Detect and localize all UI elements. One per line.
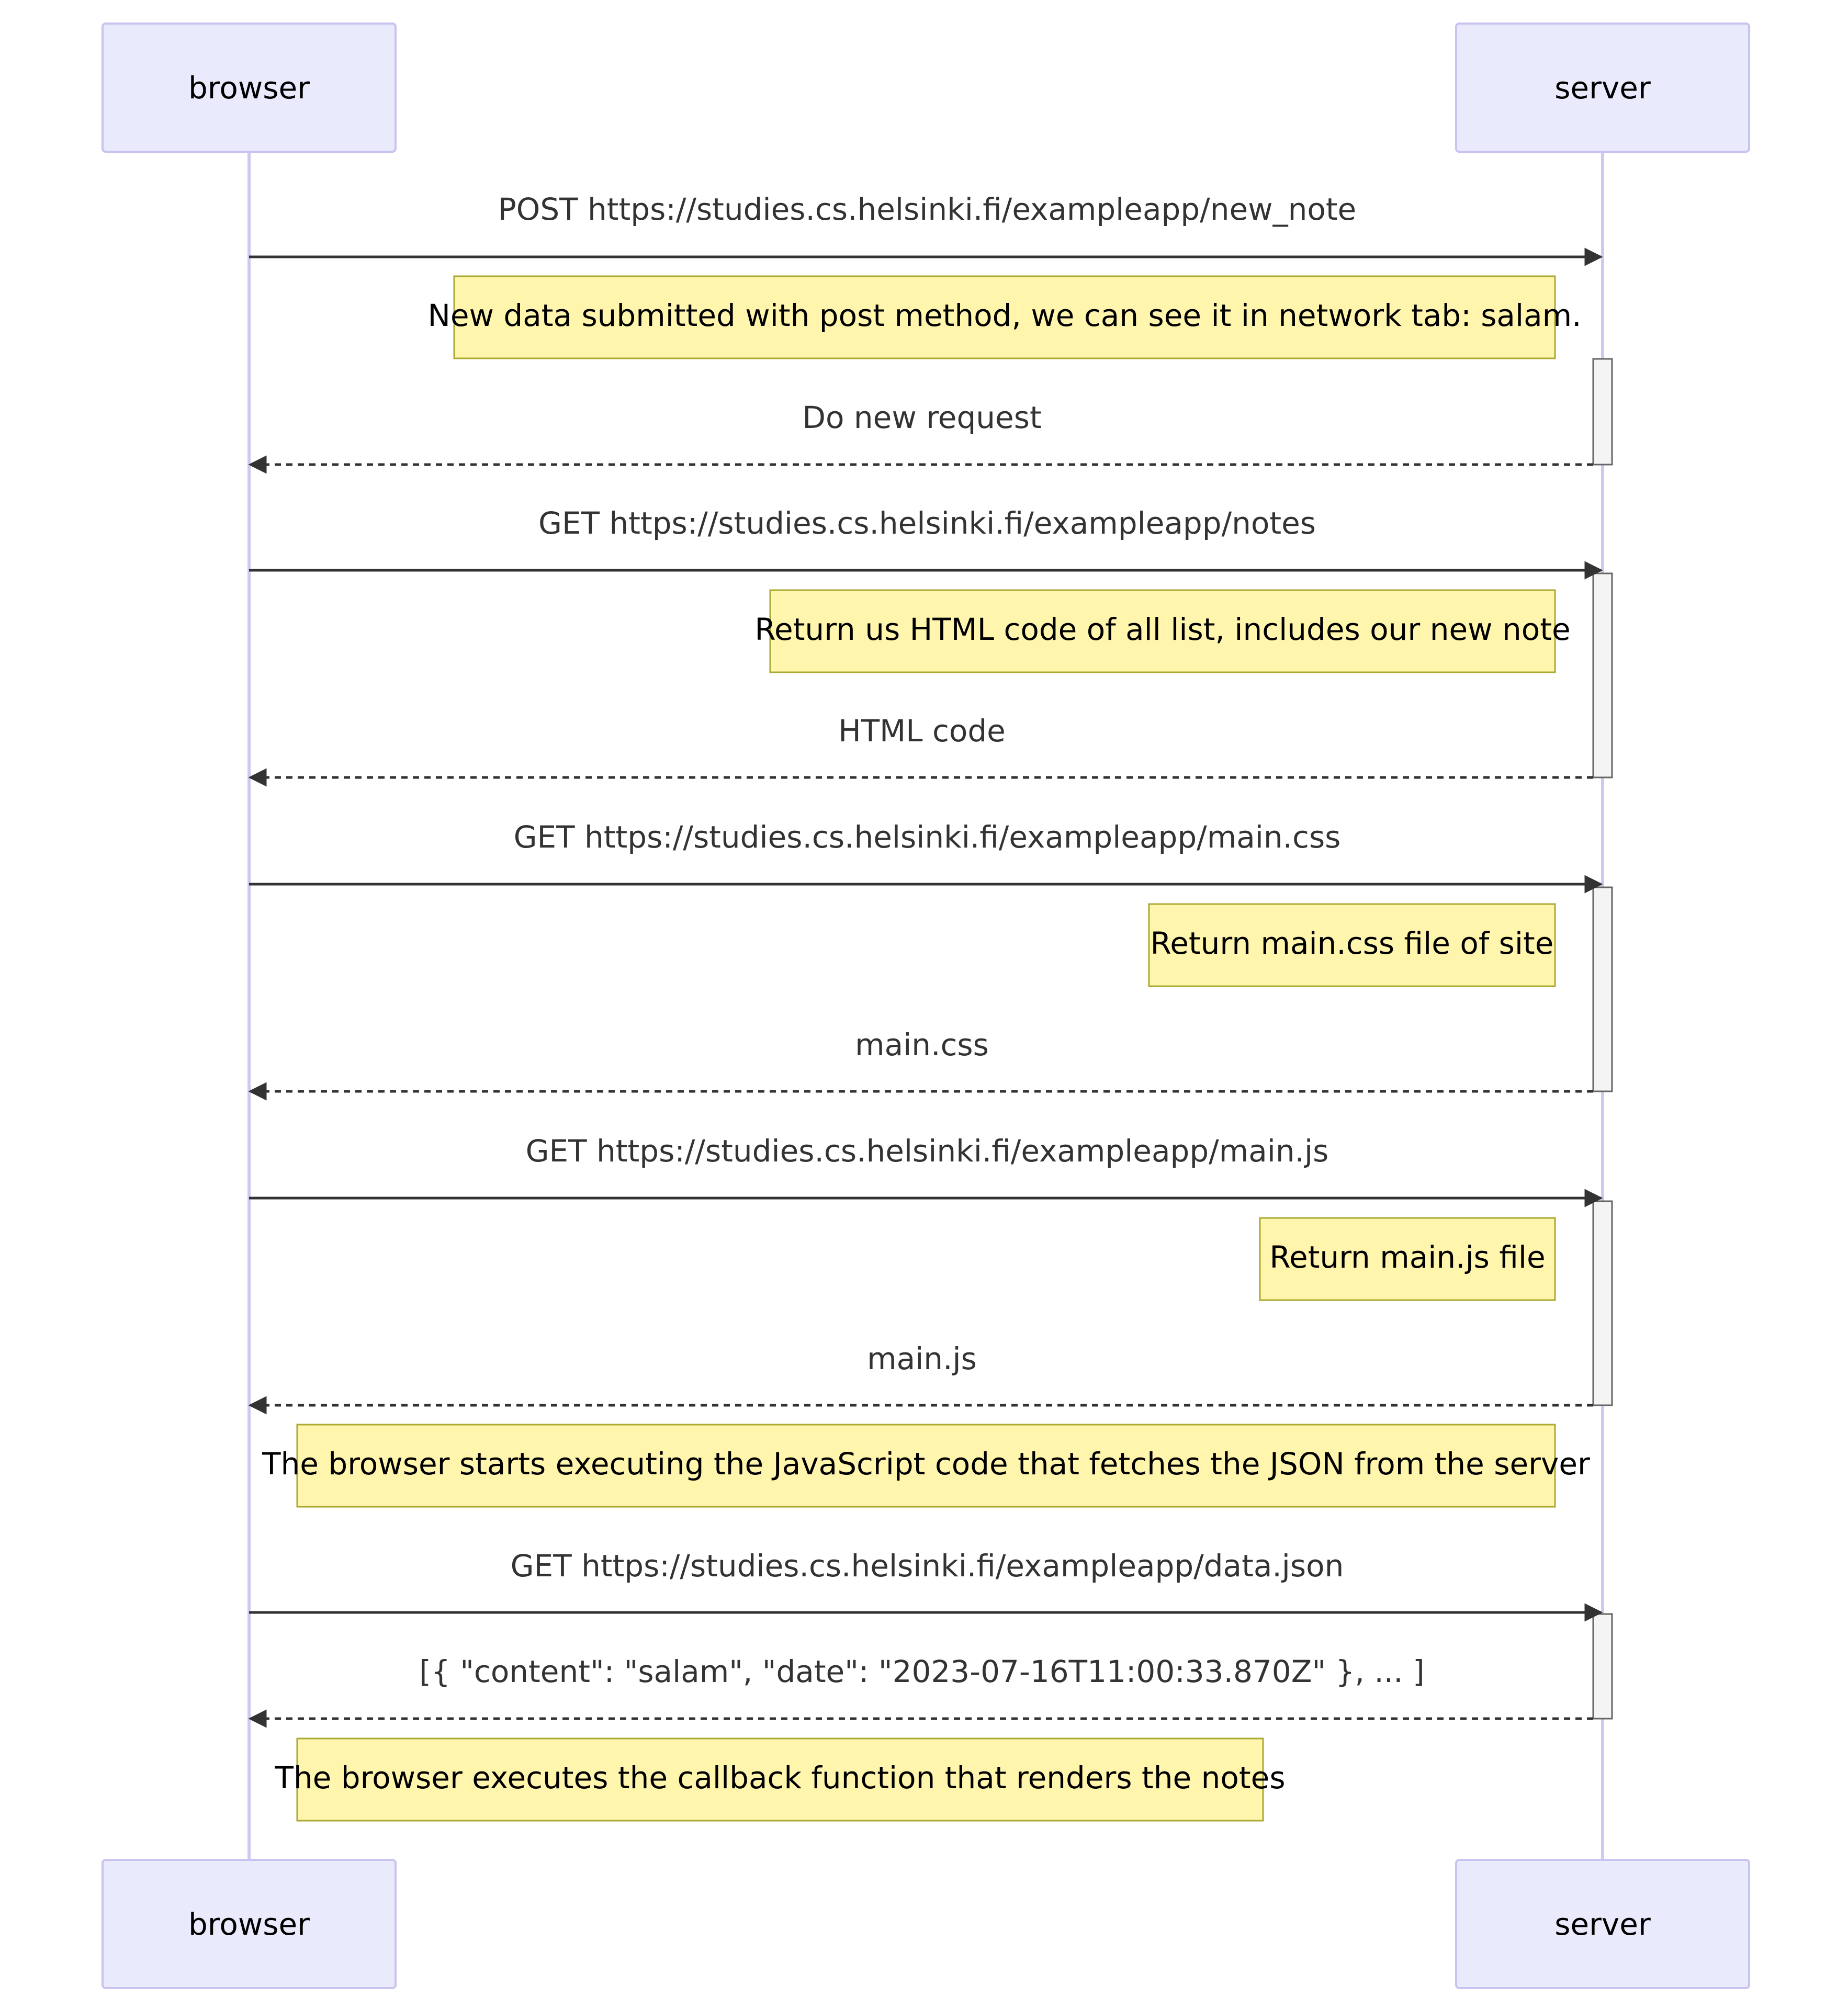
browser-actor-top-label: browser <box>188 70 310 106</box>
message-label: HTML code <box>838 713 1006 749</box>
message-label: GET https://studies.cs.helsinki.fi/examp… <box>511 1548 1344 1584</box>
message-label: Do new request <box>802 400 1041 435</box>
message-label: GET https://studies.cs.helsinki.fi/examp… <box>514 819 1341 855</box>
note-text: Return main.css file of site <box>1151 926 1554 961</box>
message-label: [{ "content": "salam", "date": "2023-07-… <box>419 1654 1424 1689</box>
note: Return us HTML code of all list, include… <box>754 589 1571 673</box>
note-text: The browser starts executing the JavaScr… <box>262 1446 1590 1482</box>
server-actor-top-label: server <box>1554 70 1651 106</box>
activation-bar <box>1592 886 1613 1092</box>
server-actor-top: server <box>1455 22 1750 153</box>
sequence-diagram: browser server browser server POST https… <box>102 22 1750 1989</box>
message-label: GET https://studies.cs.helsinki.fi/examp… <box>526 1133 1329 1169</box>
message-label: GET https://studies.cs.helsinki.fi/examp… <box>538 505 1316 541</box>
note-text: Return main.js file <box>1269 1239 1545 1275</box>
note-text: Return us HTML code of all list, include… <box>754 612 1570 647</box>
note-text: New data submitted with post method, we … <box>427 298 1581 333</box>
message-label: main.css <box>855 1027 989 1063</box>
note: New data submitted with post method, we … <box>427 275 1582 359</box>
server-actor-bottom-label: server <box>1554 1906 1651 1942</box>
note: The browser executes the callback functi… <box>274 1737 1286 1822</box>
activation-bar <box>1592 1613 1613 1720</box>
note-text: The browser executes the callback functi… <box>274 1760 1285 1796</box>
note: Return main.css file of site <box>1148 903 1556 987</box>
activation-bar <box>1592 572 1613 778</box>
browser-actor-bottom-label: browser <box>188 1906 310 1942</box>
note: Return main.js file <box>1259 1217 1556 1301</box>
server-actor-bottom: server <box>1455 1859 1750 1989</box>
message-label: POST https://studies.cs.helsinki.fi/exam… <box>498 191 1357 227</box>
browser-actor-top: browser <box>102 22 397 153</box>
activation-bar <box>1592 358 1613 466</box>
message-label: main.js <box>867 1341 977 1376</box>
browser-actor-bottom: browser <box>102 1859 397 1989</box>
activation-bar <box>1592 1200 1613 1406</box>
note: The browser starts executing the JavaScr… <box>262 1424 1590 1508</box>
